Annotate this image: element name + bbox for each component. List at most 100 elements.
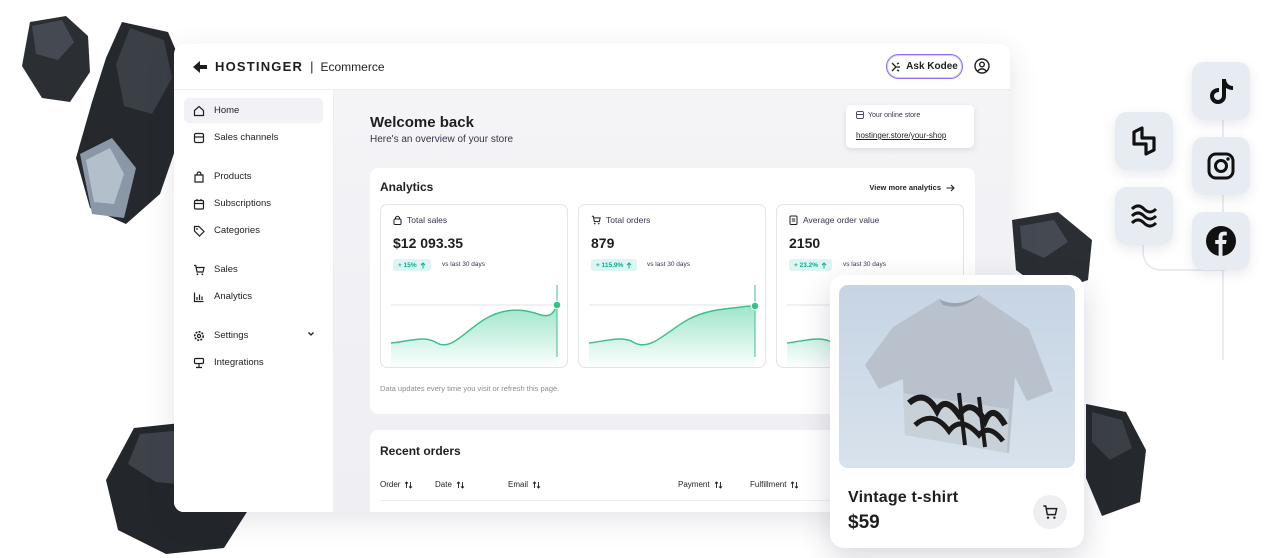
hostinger-tile[interactable] — [1115, 112, 1173, 170]
ask-kodee-label: Ask Kodee — [906, 61, 958, 72]
channels-icon — [193, 132, 204, 143]
instagram-tile[interactable] — [1192, 137, 1250, 195]
sidebar-item-label: Analytics — [214, 291, 253, 302]
metric-label: Total orders — [591, 215, 650, 225]
sidebar-item-subscriptions[interactable]: Subscriptions — [184, 191, 323, 216]
chevron-down-icon[interactable] — [307, 330, 315, 338]
layers-tile[interactable] — [1115, 187, 1173, 245]
sidebar-item-label: Products — [214, 171, 252, 182]
tshirt-image — [865, 295, 1053, 453]
bar-chart-icon — [193, 292, 203, 302]
sidebar-item-label: Integrations — [214, 357, 264, 368]
sidebar-item-settings[interactable]: Settings — [184, 323, 323, 348]
product-name: Vintage t-shirt — [848, 489, 959, 506]
metric-label-text: Average order value — [803, 215, 880, 225]
brand-product: Ecommerce — [320, 59, 385, 74]
receipt-icon — [789, 215, 798, 225]
column-header-fulfillment[interactable]: Fulfillment — [750, 480, 799, 489]
instagram-icon — [1207, 152, 1235, 180]
column-header-label: Payment — [678, 480, 710, 489]
sidebar-item-analytics[interactable]: Analytics — [184, 284, 323, 309]
bag-icon — [193, 170, 204, 183]
sort-icon — [532, 480, 541, 489]
store-icon — [856, 111, 864, 119]
cart-icon — [591, 215, 601, 225]
column-header-date[interactable]: Date — [435, 480, 465, 489]
page-title: Welcome back — [370, 114, 474, 131]
sparkle-icon — [891, 61, 901, 72]
sidebar-item-home[interactable]: Home — [184, 98, 323, 123]
rock-bottom-right-decoration — [1086, 404, 1146, 516]
home-icon — [193, 105, 204, 116]
sidebar-item-sales[interactable]: Sales — [184, 257, 323, 282]
product-price: $59 — [848, 512, 880, 533]
metric-card-total-orders[interactable]: Total orders 879 + 115.9% vs last 30 day… — [578, 204, 766, 368]
sidebar: Home Sales channels Products Subscriptio… — [174, 90, 334, 512]
online-store-card: Your online store hostinger.store/your-s… — [846, 105, 974, 148]
column-header-label: Fulfillment — [750, 480, 787, 489]
sparkline-chart — [588, 285, 760, 367]
rock-left-decoration — [76, 22, 186, 224]
sidebar-item-categories[interactable]: Categories — [184, 218, 323, 243]
product-image — [839, 285, 1075, 468]
store-url-link[interactable]: hostinger.store/your-shop — [856, 131, 946, 140]
product-card[interactable]: Vintage t-shirt $59 — [830, 275, 1084, 548]
metric-compare: vs last 30 days — [647, 261, 690, 268]
metric-change-text: + 15% — [398, 261, 417, 269]
sidebar-item-sales-channels[interactable]: Sales channels — [184, 125, 323, 150]
view-more-label: View more analytics — [869, 183, 941, 192]
ask-kodee-button[interactable]: Ask Kodee — [886, 54, 963, 79]
arrow-up-icon — [420, 261, 425, 268]
facebook-icon — [1206, 226, 1236, 256]
metric-value: 2150 — [789, 235, 821, 251]
tiktok-icon — [1210, 79, 1233, 104]
calendar-icon — [193, 198, 204, 210]
metric-change-text: + 115.9% — [596, 261, 624, 269]
hostinger-logo-icon — [193, 60, 207, 73]
column-header-order[interactable]: Order — [380, 480, 413, 489]
view-more-analytics-link[interactable]: View more analytics — [869, 183, 955, 192]
metric-change-text: + 23.2% — [794, 261, 819, 269]
column-header-payment[interactable]: Payment — [678, 480, 723, 489]
cart-icon — [193, 264, 205, 275]
tag-icon — [193, 225, 205, 237]
sidebar-item-label: Sales — [214, 264, 238, 275]
metric-change-badge: + 23.2% — [789, 259, 833, 271]
sort-icon — [714, 480, 722, 489]
hostinger-icon — [1132, 126, 1156, 156]
data-update-note: Data updates every time you visit or ref… — [380, 384, 560, 393]
metric-label: Average order value — [789, 215, 879, 225]
lock-icon — [393, 215, 402, 225]
sidebar-item-label: Categories — [214, 225, 260, 236]
store-label-text: Your online store — [868, 111, 921, 119]
sidebar-item-products[interactable]: Products — [184, 164, 323, 189]
cart-icon — [1043, 505, 1058, 519]
brand-name: HOSTINGER — [215, 59, 304, 74]
sidebar-item-integrations[interactable]: Integrations — [184, 350, 323, 375]
metric-change-badge: + 115.9% — [591, 259, 638, 271]
brand-separator: | — [310, 59, 314, 74]
facebook-tile[interactable] — [1192, 212, 1250, 270]
gear-icon — [193, 330, 204, 341]
page-subtitle: Here's an overview of your store — [370, 134, 514, 145]
sort-icon — [791, 480, 799, 489]
metric-value: $12 093.35 — [393, 235, 464, 251]
column-header-label: Order — [380, 480, 401, 489]
brand[interactable]: HOSTINGER | Ecommerce — [192, 59, 385, 74]
tiktok-tile[interactable] — [1192, 62, 1250, 120]
sidebar-item-label: Settings — [214, 330, 249, 341]
add-to-cart-button[interactable] — [1033, 495, 1067, 529]
store-label: Your online store — [856, 111, 920, 119]
sort-icon — [405, 480, 413, 489]
column-header-email[interactable]: Email — [508, 480, 541, 489]
stage: HOSTINGER | Ecommerce Ask Kodee Home Sal… — [0, 0, 1280, 558]
sparkline-chart — [390, 285, 562, 367]
metric-card-total-sales[interactable]: Total sales $12 093.35 + 15% vs last 30 … — [380, 204, 568, 368]
arrow-up-icon — [626, 261, 632, 268]
column-header-label: Date — [435, 480, 452, 489]
analytics-title: Analytics — [380, 180, 434, 194]
arrow-right-icon — [946, 184, 955, 191]
user-account-icon[interactable] — [974, 58, 990, 74]
layers-icon — [1130, 204, 1158, 228]
top-bar: HOSTINGER | Ecommerce Ask Kodee — [174, 44, 1010, 90]
